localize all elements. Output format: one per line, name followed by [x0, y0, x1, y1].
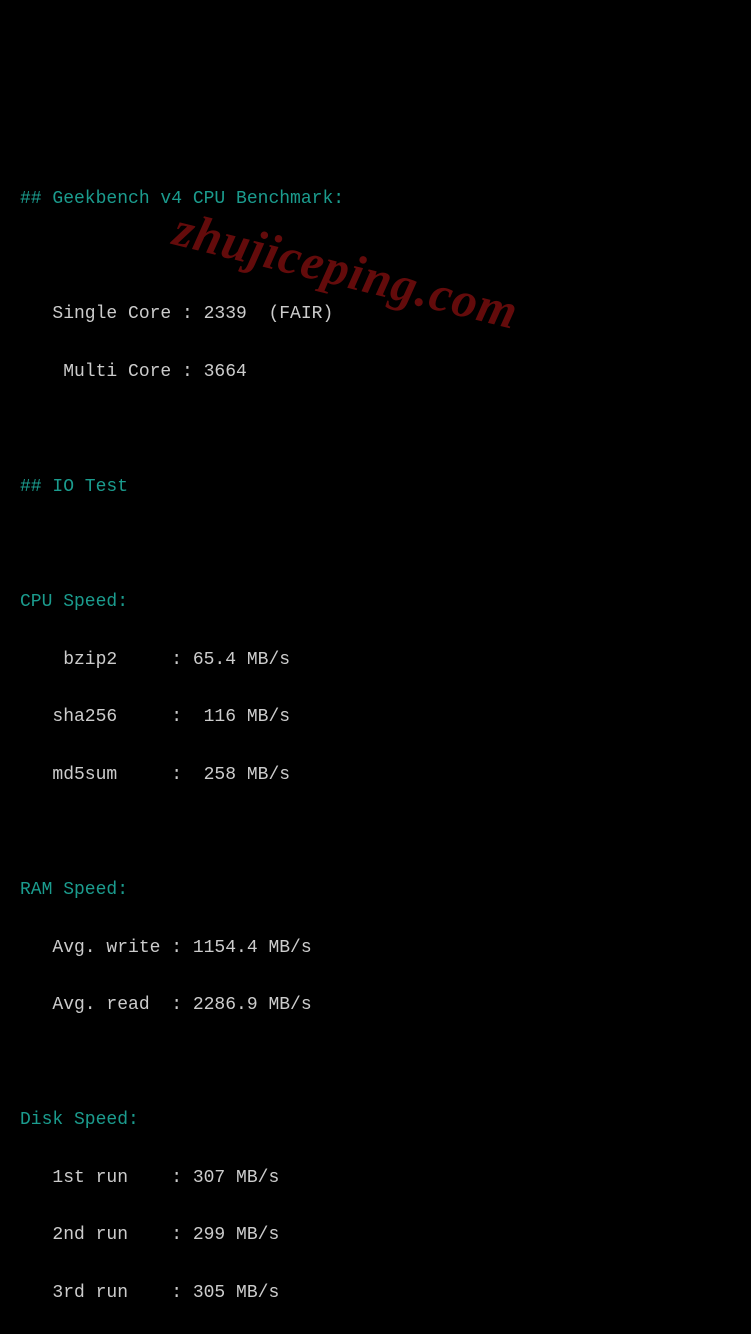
single-core-line: Single Core : 2339 (FAIR) [20, 300, 731, 329]
io-test-header: ## IO Test [20, 473, 731, 502]
md5sum-line: md5sum : 258 MB/s [20, 761, 731, 790]
blank-line [20, 530, 731, 559]
disk-run2-line: 2nd run : 299 MB/s [20, 1221, 731, 1250]
multi-core-line: Multi Core : 3664 [20, 358, 731, 387]
disk-run1-line: 1st run : 307 MB/s [20, 1164, 731, 1193]
ram-read-line: Avg. read : 2286.9 MB/s [20, 991, 731, 1020]
cpu-speed-section: CPU Speed: [20, 588, 731, 617]
disk-speed-section: Disk Speed: [20, 1106, 731, 1135]
geekbench-header: ## Geekbench v4 CPU Benchmark: [20, 185, 731, 214]
disk-run3-line: 3rd run : 305 MB/s [20, 1279, 731, 1308]
blank-line [20, 415, 731, 444]
ram-speed-section: RAM Speed: [20, 876, 731, 905]
blank-line [20, 242, 731, 271]
sha256-line: sha256 : 116 MB/s [20, 703, 731, 732]
bzip2-line: bzip2 : 65.4 MB/s [20, 646, 731, 675]
ram-write-line: Avg. write : 1154.4 MB/s [20, 934, 731, 963]
blank-line [20, 1049, 731, 1078]
blank-line [20, 818, 731, 847]
